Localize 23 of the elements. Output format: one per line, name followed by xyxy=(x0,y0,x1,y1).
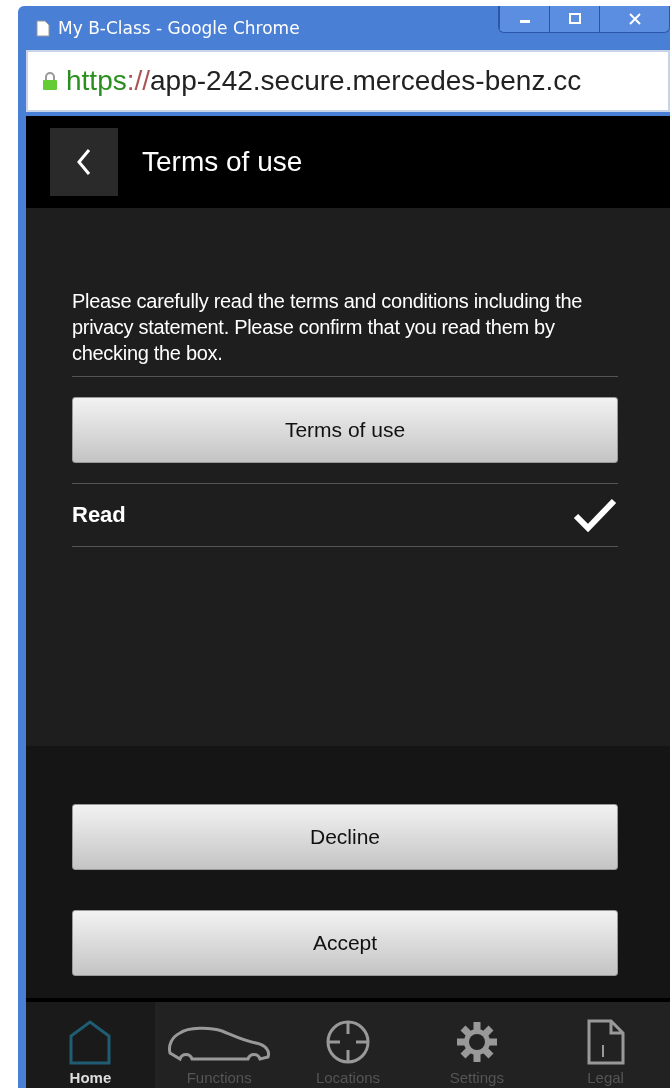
action-button[interactable]: Decline xyxy=(72,804,618,870)
lock-icon xyxy=(42,71,58,91)
window-title: My B-Class - Google Chrome xyxy=(58,18,300,38)
maximize-button[interactable] xyxy=(549,6,599,32)
url-text: https://app-242.secure.mercedes-benz.cc xyxy=(66,65,582,97)
read-checkbox-row[interactable]: Read xyxy=(72,484,618,546)
terms-of-use-button[interactable]: Terms of use xyxy=(72,397,618,463)
action-button[interactable]: Accept xyxy=(72,910,618,976)
document-icon xyxy=(586,1019,625,1065)
address-bar[interactable]: https://app-242.secure.mercedes-benz.cc xyxy=(26,50,670,112)
home-icon xyxy=(68,1019,113,1065)
chevron-left-icon xyxy=(77,148,91,176)
close-button[interactable] xyxy=(599,6,669,32)
back-button[interactable] xyxy=(50,128,118,196)
instructions-text: Please carefully read the terms and conditions including the privacy statement. Please confirm that you read them by checking the box. xyxy=(72,289,584,366)
page-icon xyxy=(36,19,50,37)
crosshair-icon xyxy=(325,1019,371,1065)
tab[interactable]: Home xyxy=(26,1002,155,1088)
read-label: Read xyxy=(72,502,126,528)
maximize-icon xyxy=(567,13,582,25)
minimize-button[interactable] xyxy=(499,6,549,32)
close-icon xyxy=(627,13,642,25)
page-title: Terms of use xyxy=(142,146,303,178)
